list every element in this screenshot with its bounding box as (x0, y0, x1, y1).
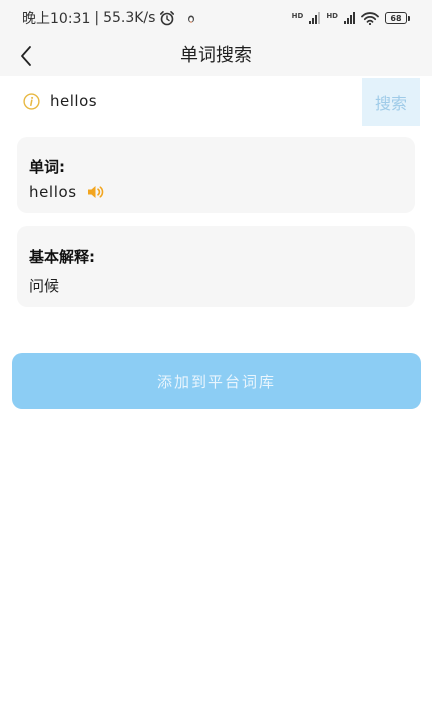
word-text: hellos (29, 183, 77, 201)
page-title: 单词搜索 (180, 45, 252, 66)
search-input[interactable] (50, 86, 350, 116)
definition-text: 问候 (29, 277, 60, 295)
status-right: HD HD 68 (291, 11, 410, 25)
notification-app-icon (188, 15, 195, 23)
wifi-icon (361, 11, 379, 25)
battery-icon: 68 (385, 12, 407, 24)
search-button[interactable]: 搜索 (362, 78, 420, 126)
status-bar: 晚上10:31 | 55.3K/s HD HD 68 (0, 0, 432, 36)
nav-bar: 单词搜索 (0, 36, 432, 76)
sim2-hd-label: HD (326, 11, 338, 20)
signal-sim1-icon (309, 12, 321, 24)
status-net-speed: 55.3K/s (103, 10, 156, 26)
word-card: 单词: hellos (17, 137, 415, 213)
status-left: 晚上10:31 | 55.3K/s (22, 8, 197, 28)
add-to-library-button[interactable]: 添加到平台词库 (12, 353, 421, 409)
definition-label: 基本解释: (29, 248, 95, 266)
signal-sim2-icon (344, 12, 355, 24)
info-icon (23, 93, 40, 110)
status-separator: | (94, 10, 100, 26)
word-label: 单词: (29, 158, 65, 176)
speaker-icon[interactable] (87, 185, 104, 199)
word-row: hellos (29, 183, 104, 201)
battery-tip (408, 15, 410, 21)
status-time: 晚上10:31 (22, 11, 91, 27)
alarm-clock-icon (160, 11, 175, 26)
sim1-hd-label: HD (291, 11, 304, 20)
definition-card: 基本解释: 问候 (17, 226, 415, 307)
